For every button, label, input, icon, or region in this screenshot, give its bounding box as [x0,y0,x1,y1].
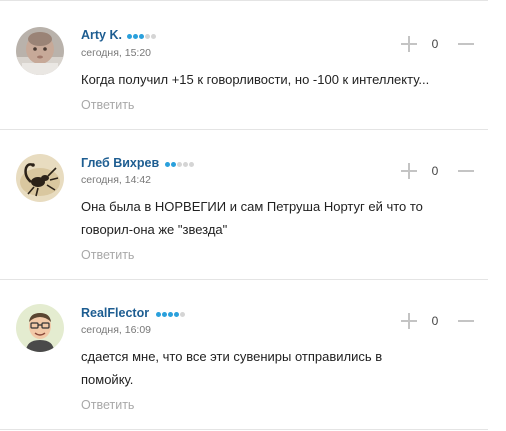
comment-text: Она была в НОРВЕГИИ и сам Петруша Нортуг… [81,199,423,237]
comment-date: сегодня, 14:42 [81,174,152,186]
rating-dot [151,34,156,39]
comment-item: Arty K. сегодня, 15:20 0 Когда получил +… [0,0,506,130]
comment-author[interactable]: Arty K. [81,28,122,42]
rating-dot [145,34,150,39]
downvote-icon[interactable] [458,313,474,329]
user-rating [165,162,194,167]
downvote-icon[interactable] [458,163,474,179]
rating-dot [127,34,132,39]
user-rating [156,312,185,317]
rating-dot [165,162,170,167]
rating-dot [189,162,194,167]
rating-dot [171,162,176,167]
rating-dot [177,162,182,167]
rating-dot [180,312,185,317]
vote-count: 0 [431,37,439,51]
rating-dot [139,34,144,39]
upvote-icon[interactable] [401,36,417,52]
rating-dot [174,312,179,317]
avatar[interactable] [16,27,64,75]
rating-dot [168,312,173,317]
comment-date: сегодня, 15:20 [81,47,152,59]
reply-link[interactable]: Ответить [81,248,134,262]
reply-link[interactable]: Ответить [81,98,134,112]
comment-text: Когда получил +15 к говорливости, но -10… [81,72,430,87]
comment-date: сегодня, 16:09 [81,324,152,336]
comment-item: Глеб Вихрев сегодня, 14:42 0 Она была в … [0,130,506,280]
rating-dot [162,312,167,317]
rating-dot [156,312,161,317]
rating-dot [133,34,138,39]
upvote-icon[interactable] [401,163,417,179]
rating-dot [183,162,188,167]
user-rating [127,34,156,39]
avatar[interactable] [16,154,64,202]
divider [0,429,488,430]
vote-count: 0 [431,314,439,328]
upvote-icon[interactable] [401,313,417,329]
vote-count: 0 [431,164,439,178]
comment-text: сдается мне, что все эти сувениры отправ… [81,349,383,387]
comment-author[interactable]: RealFlector [81,306,149,320]
avatar[interactable] [16,304,64,352]
comment-item: RealFlector сегодня, 16:09 0 сдается мне… [0,280,506,431]
reply-link[interactable]: Ответить [81,398,134,412]
downvote-icon[interactable] [458,36,474,52]
comments-list: Arty K. сегодня, 15:20 0 Когда получил +… [0,0,506,431]
comment-author[interactable]: Глеб Вихрев [81,156,159,170]
